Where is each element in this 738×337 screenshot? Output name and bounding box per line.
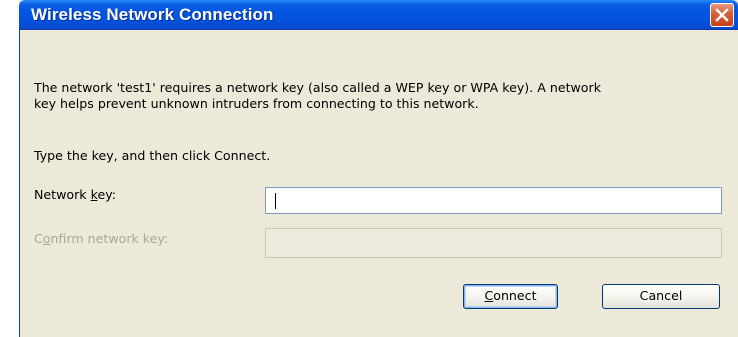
connect-button[interactable]: Connect <box>463 284 558 309</box>
cancel-button[interactable]: Cancel <box>602 284 720 309</box>
close-button[interactable] <box>710 3 734 27</box>
instruction-text: Type the key, and then click Connect. <box>34 148 271 163</box>
message-line-1: The network 'test1' requires a network k… <box>34 80 601 95</box>
text-caret <box>275 193 276 209</box>
message-line-2: key helps prevent unknown intruders from… <box>34 96 479 111</box>
confirm-key-label: Confirm network key: <box>34 231 169 246</box>
confirm-key-input[interactable] <box>265 228 722 258</box>
dialog-content: The network 'test1' requires a network k… <box>19 30 738 337</box>
title-bar[interactable]: Wireless Network Connection <box>19 0 738 30</box>
network-key-input[interactable] <box>265 187 722 214</box>
close-icon <box>715 8 729 22</box>
window-title: Wireless Network Connection <box>31 5 274 24</box>
network-key-label: Network key: <box>34 187 116 202</box>
dialog-window: Wireless Network Connection The network … <box>19 0 738 337</box>
